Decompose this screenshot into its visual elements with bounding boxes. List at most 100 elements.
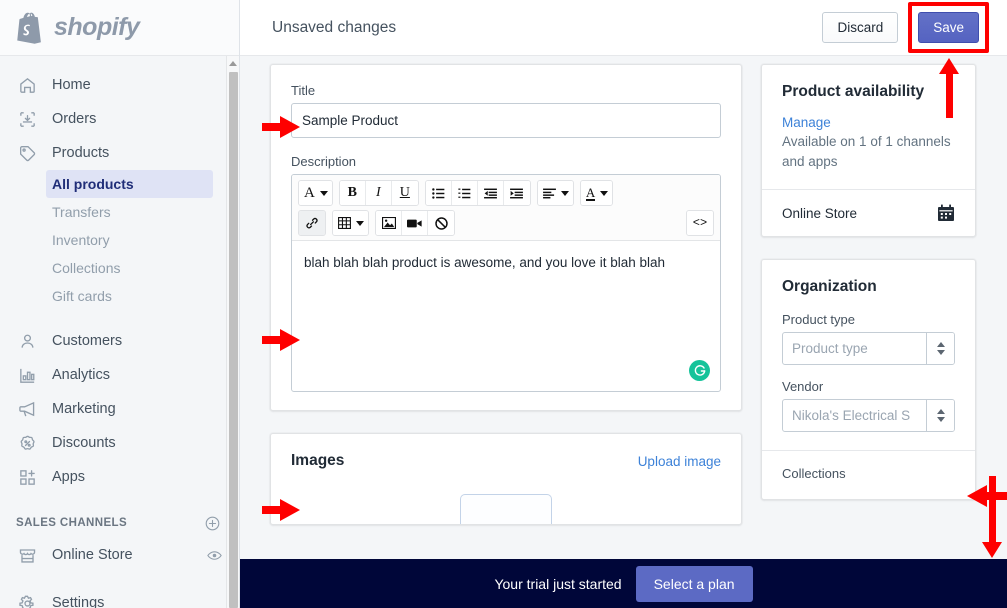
calendar-icon[interactable] <box>937 204 955 222</box>
storefront-icon <box>16 544 38 566</box>
product-availability-card: Product availability Manage Available on… <box>761 64 976 238</box>
sidebar-item-label: Marketing <box>52 401 116 417</box>
page-title: Unsaved changes <box>272 18 397 36</box>
eye-icon[interactable] <box>206 547 223 564</box>
product-type-input[interactable] <box>783 333 926 365</box>
home-icon <box>16 74 38 96</box>
sidebar-item-transfers[interactable]: Transfers <box>46 198 213 226</box>
align-icon[interactable] <box>537 181 573 205</box>
trial-banner-text: Your trial just started <box>494 575 622 592</box>
view-html-icon[interactable]: <> <box>687 211 713 235</box>
toolbar-group-align <box>536 180 574 206</box>
image-dropzone-area[interactable] <box>271 484 741 524</box>
bulleted-list-icon[interactable] <box>425 181 452 205</box>
sidebar-subitem-label: Inventory <box>52 232 110 248</box>
sidebar-item-apps[interactable]: Apps <box>0 460 239 494</box>
toolbar-group-style: A <box>298 180 333 206</box>
insert-video-icon[interactable] <box>402 211 428 235</box>
vendor-stepper[interactable] <box>926 400 954 432</box>
sidebar-item-label: Home <box>52 77 91 93</box>
description-editor: A B I U A <> blah blah blah product is a… <box>291 174 721 392</box>
bold-icon[interactable]: B <box>339 181 366 205</box>
content-area: Title Description A B <box>240 56 1007 608</box>
insert-link-icon[interactable] <box>299 211 325 235</box>
sales-channels-title: SALES CHANNELS <box>16 517 128 529</box>
sidebar-subitem-label: Gift cards <box>52 288 112 304</box>
underline-icon[interactable]: U <box>391 181 418 205</box>
chevron-down-icon[interactable] <box>936 417 945 423</box>
sidebar-item-customers[interactable]: Customers <box>0 324 239 358</box>
clear-formatting-icon[interactable] <box>428 211 454 235</box>
availability-summary: Available on 1 of 1 channels and apps <box>782 134 951 169</box>
trial-banner: Your trial just started Select a plan <box>240 559 1007 608</box>
discard-button[interactable]: Discard <box>822 12 899 43</box>
availability-body: Product availability Manage Available on… <box>762 65 975 189</box>
scroll-up-arrow-icon[interactable] <box>227 56 239 70</box>
insert-image-icon[interactable] <box>376 211 402 235</box>
scrollbar-thumb[interactable] <box>229 72 238 608</box>
sidebar-item-inventory[interactable]: Inventory <box>46 226 213 254</box>
chevron-up-icon[interactable] <box>936 409 945 415</box>
indent-icon[interactable] <box>503 181 530 205</box>
sidebar-item-label: Online Store <box>52 547 133 563</box>
chevron-up-icon[interactable] <box>936 342 945 348</box>
toolbar-group-color: A <box>579 180 614 206</box>
title-field-label: Title <box>291 83 316 98</box>
sidebar-item-home[interactable]: Home <box>0 68 239 102</box>
organization-body: Organization Product type Vendor <box>762 260 975 450</box>
sidebar-section-sales-channels: SALES CHANNELS <box>0 508 239 538</box>
plus-circle-icon[interactable] <box>204 515 221 532</box>
image-dropzone[interactable] <box>460 494 552 524</box>
sidebar-item-analytics[interactable]: Analytics <box>0 358 239 392</box>
shopify-admin-product-page: shopify Home Orders Products All product… <box>0 0 1007 608</box>
save-button-highlight-box: Save <box>908 2 989 53</box>
channel-row-inner: Online Store <box>782 204 955 222</box>
format-style-icon[interactable]: A <box>299 181 332 205</box>
images-card-title: Images <box>291 452 345 469</box>
toolbar-group-media <box>375 210 455 236</box>
sidebar-item-label: Settings <box>52 595 105 608</box>
sidebar-item-discounts[interactable]: Discounts <box>0 426 239 460</box>
outdent-icon[interactable] <box>477 181 504 205</box>
sidebar-item-label: Customers <box>52 333 123 349</box>
shopify-logo[interactable]: shopify <box>16 11 140 44</box>
manage-link[interactable]: Manage <box>782 115 955 130</box>
upload-image-link[interactable]: Upload image <box>638 454 721 469</box>
numbered-list-icon[interactable] <box>451 181 478 205</box>
sidebar-item-all-products[interactable]: All products <box>46 170 213 198</box>
insert-table-icon[interactable] <box>333 211 368 235</box>
images-card: Images Upload image <box>270 433 742 525</box>
sidebar-item-products[interactable]: Products <box>0 136 239 170</box>
vendor-field[interactable] <box>782 399 955 433</box>
products-tag-icon <box>16 142 38 164</box>
availability-card-title: Product availability <box>782 83 925 100</box>
save-button[interactable]: Save <box>918 12 979 43</box>
sidebar-scrollbar[interactable] <box>226 56 239 608</box>
discount-percent-icon <box>16 432 38 454</box>
product-type-field[interactable] <box>782 332 955 366</box>
title-input[interactable] <box>291 103 721 138</box>
product-type-stepper[interactable] <box>926 333 954 365</box>
toolbar-group-inline: B I U <box>338 180 419 206</box>
sidebar-item-gift-cards[interactable]: Gift cards <box>46 282 213 310</box>
gear-icon <box>16 592 38 608</box>
sidebar-item-marketing[interactable]: Marketing <box>0 392 239 426</box>
chevron-down-icon[interactable] <box>936 350 945 356</box>
grammarly-g-icon[interactable] <box>689 360 710 381</box>
shopify-logo-text: shopify <box>54 13 140 41</box>
description-body[interactable]: blah blah blah product is awesome, and y… <box>292 241 720 391</box>
nav-spacer-2 <box>0 572 239 586</box>
sidebar-item-collections[interactable]: Collections <box>46 254 213 282</box>
vendor-input[interactable] <box>783 400 926 432</box>
sidebar-item-settings[interactable]: Settings <box>0 586 239 608</box>
marketing-megaphone-icon <box>16 398 38 420</box>
sidebar-subitem-label: All products <box>52 176 134 192</box>
sidebar-item-orders[interactable]: Orders <box>0 102 239 136</box>
italic-icon[interactable]: I <box>365 181 392 205</box>
sidebar-nav: Home Orders Products All products Transf… <box>0 56 239 608</box>
aside-column: Product availability Manage Available on… <box>761 64 976 501</box>
analytics-bars-icon <box>16 364 38 386</box>
sidebar-item-online-store[interactable]: Online Store <box>0 538 239 572</box>
text-color-icon[interactable]: A <box>580 181 613 205</box>
select-a-plan-button[interactable]: Select a plan <box>635 565 753 602</box>
